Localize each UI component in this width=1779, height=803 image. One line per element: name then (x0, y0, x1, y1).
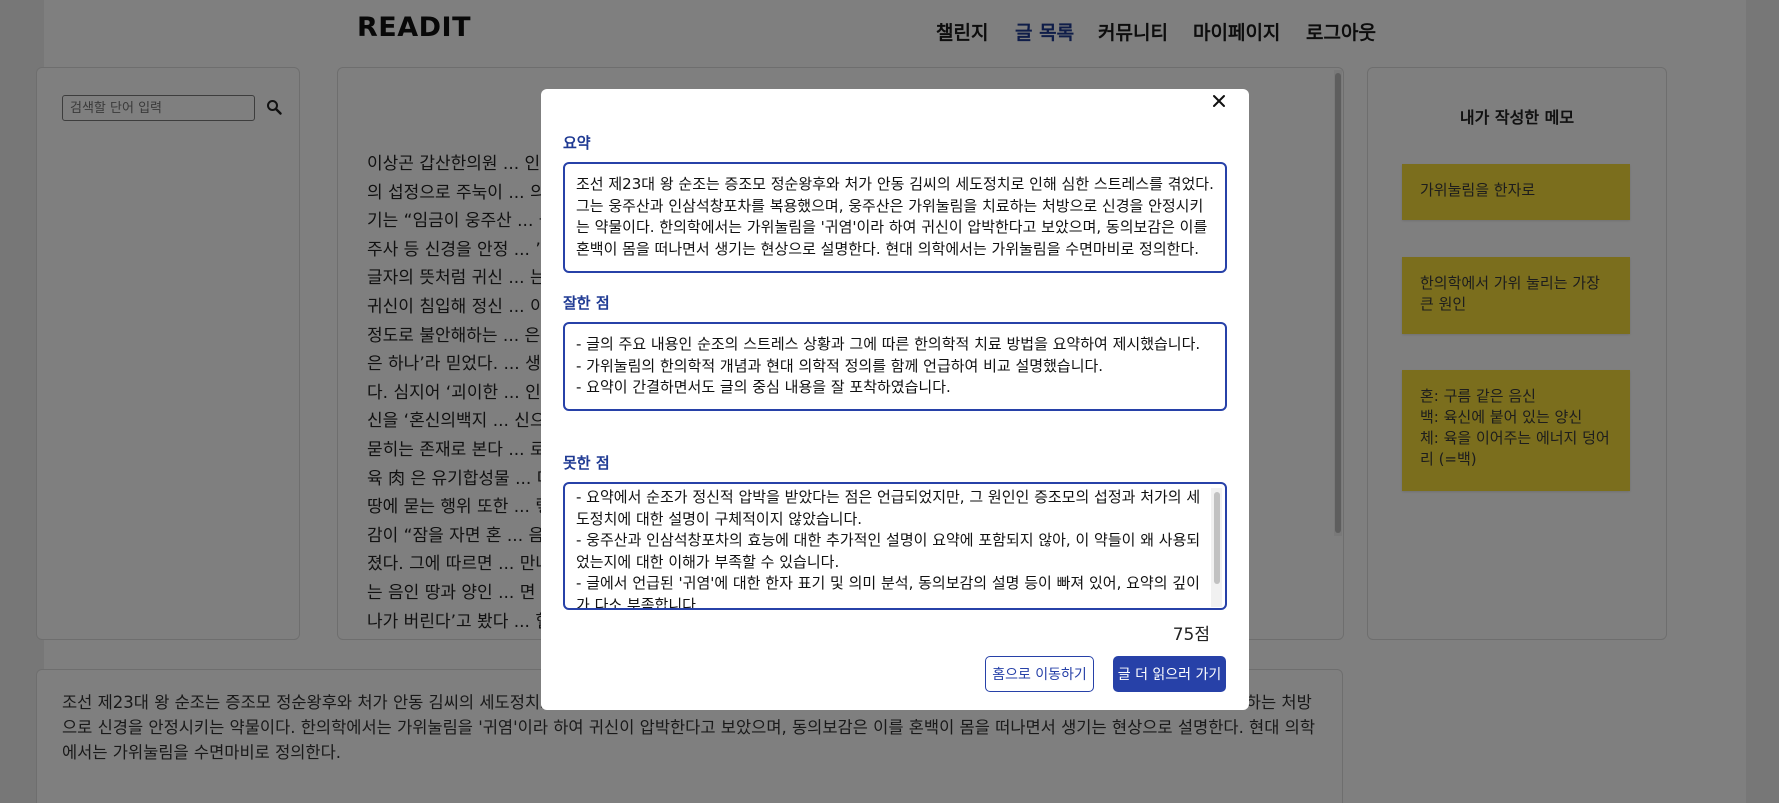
summary-field[interactable]: 조선 제23대 왕 순조는 증조모 정순왕후와 처가 안동 김씨의 세도정치로 … (563, 162, 1227, 273)
good-points-title: 잘한 점 (563, 294, 610, 312)
read-more-button[interactable]: 글 더 읽으러 가기 (1113, 656, 1226, 692)
go-home-button[interactable]: 홈으로 이동하기 (985, 656, 1094, 692)
good-points-field[interactable]: - 글의 주요 내용인 순조의 스트레스 상황과 그에 따른 한의학적 치료 방… (563, 322, 1227, 411)
bad-points-title: 못한 점 (563, 454, 610, 472)
close-icon[interactable] (1210, 92, 1228, 110)
summary-section-title: 요약 (563, 134, 591, 152)
bad-points-scrollbar-thumb[interactable] (1214, 492, 1220, 584)
bad-points-field[interactable]: - 요약에서 순조가 정신적 압박을 받았다는 점은 언급되었지만, 그 원인인… (563, 482, 1227, 610)
score-value: 75점 (1172, 625, 1210, 645)
